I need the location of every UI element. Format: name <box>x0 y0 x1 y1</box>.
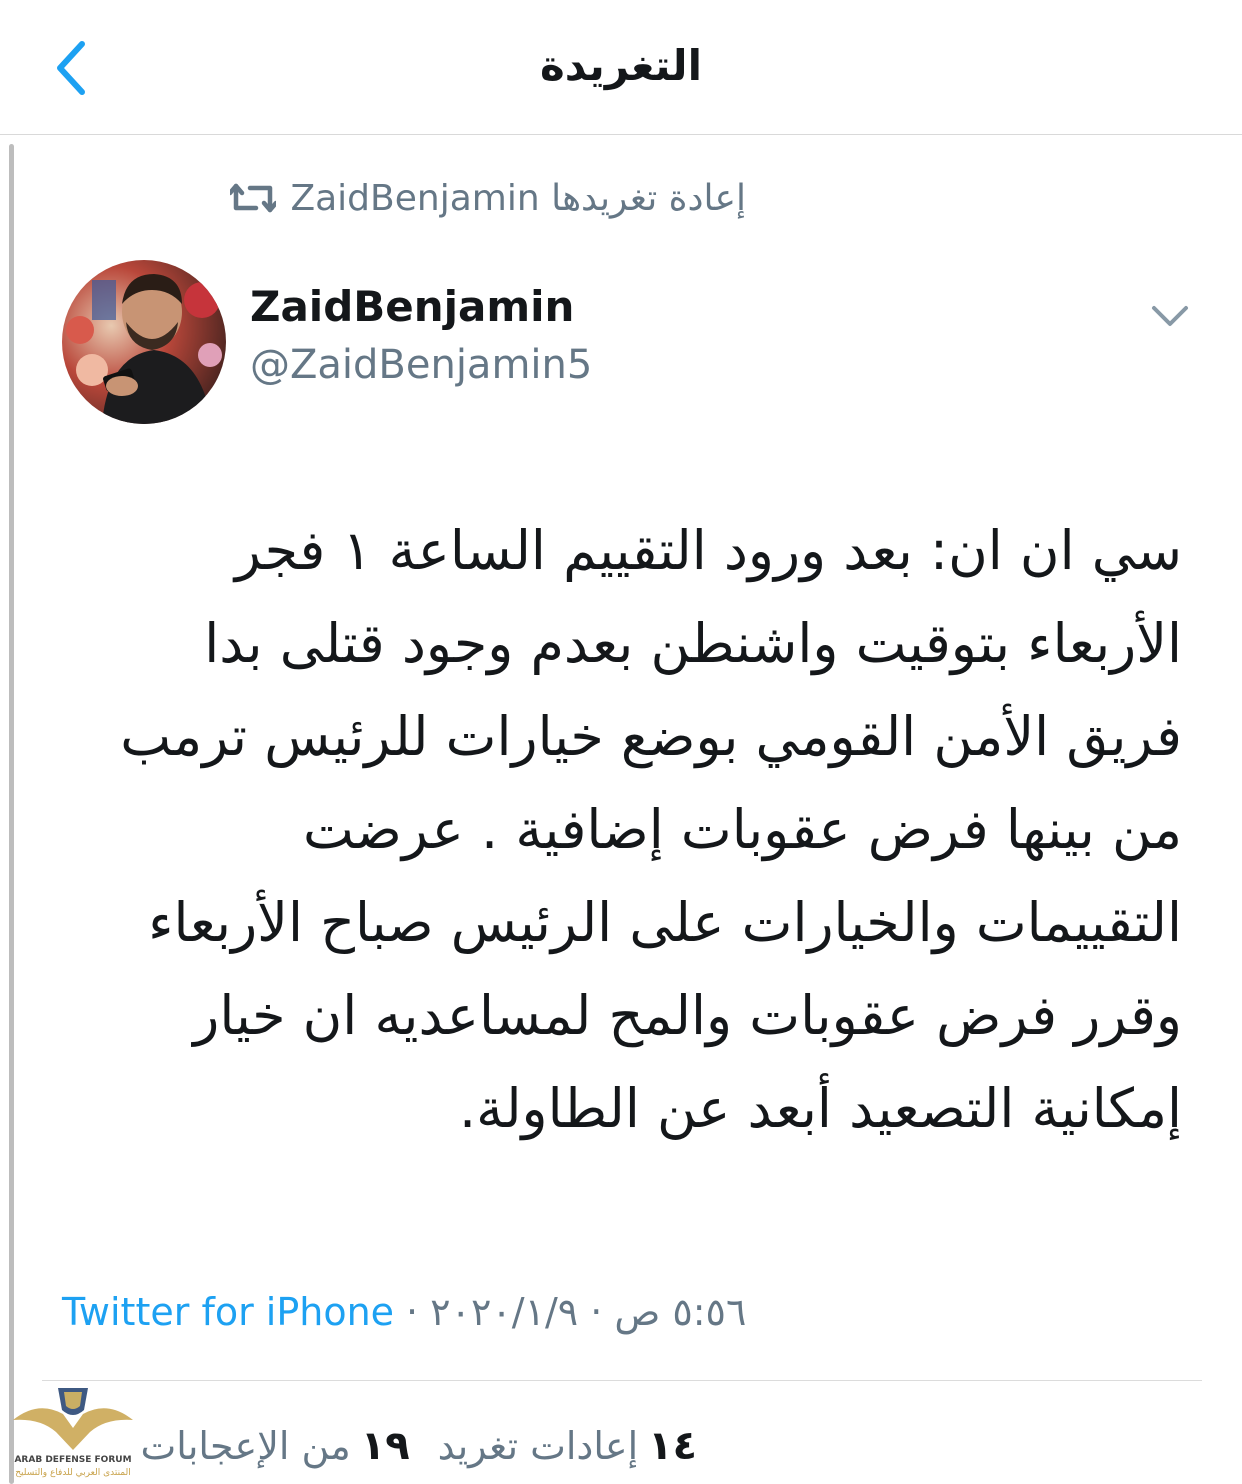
likes-stat[interactable]: ١٩ من الإعجابات <box>140 1423 409 1469</box>
retweets-stat[interactable]: ١٤ إعادات تغريد <box>438 1423 697 1469</box>
svg-text:ARAB DEFENSE FORUM: ARAB DEFENSE FORUM <box>14 1455 131 1465</box>
meta-separator: · <box>406 1290 419 1334</box>
likes-count: ١٩ <box>360 1423 410 1469</box>
tweet-line: وقرر فرض عقوبات والمح لمساعديه ان خيار <box>193 984 1182 1047</box>
tweet-line: التقييمات والخيارات على الرئيس صباح الأر… <box>148 891 1182 954</box>
chevron-down-icon <box>1152 306 1188 326</box>
nav-header: التغريدة <box>0 0 1242 135</box>
watermark-logo: ARAB DEFENSE FORUM المنتدى العربي للدفاع… <box>8 1380 138 1480</box>
retweets-label: إعادات تغريد <box>437 1424 639 1468</box>
retweeted-by-label: ZaidBenjamin إعادة تغريدها <box>290 177 746 219</box>
tweet-meta: Twitter for iPhone · ٢٠٢٠/١/٩ · ٥:٥٦ ص <box>62 1282 746 1342</box>
tweet-date: ٢٠٢٠/١/٩ <box>430 1290 579 1334</box>
likes-label: من الإعجابات <box>140 1424 351 1468</box>
tweet-menu-button[interactable] <box>1148 296 1192 336</box>
tweet-line: فريق الأمن القومي بوضع خيارات للرئيس ترم… <box>120 705 1182 768</box>
author-handle[interactable]: @ZaidBenjamin5 <box>250 342 592 388</box>
svg-text:المنتدى العربي للدفاع والتسليح: المنتدى العربي للدفاع والتسليح <box>15 1468 130 1478</box>
tweet-text: سي ان ان: بعد ورود التقييم الساعة ١ فجر … <box>72 504 1182 1155</box>
eagle-emblem-icon: ARAB DEFENSE FORUM المنتدى العربي للدفاع… <box>13 1388 133 1478</box>
avatar[interactable] <box>62 260 226 424</box>
retweet-icon <box>230 183 277 213</box>
tweet-line: سي ان ان: بعد ورود التقييم الساعة ١ فجر <box>234 519 1182 582</box>
tweet-stats: ١٩ من الإعجابات ١٤ إعادات تغريد <box>140 1414 697 1478</box>
retweets-count: ١٤ <box>648 1423 697 1469</box>
meta-separator: · <box>590 1290 603 1334</box>
tweet-line: من بينها فرض عقوبات إضافية . عرضت <box>302 798 1182 861</box>
divider <box>42 1380 1202 1381</box>
retweeted-by[interactable]: ZaidBenjamin إعادة تغريدها <box>230 170 746 226</box>
tweet-line: إمكانية التصعيد أبعد عن الطاولة. <box>458 1077 1182 1140</box>
profile-photo <box>62 260 226 424</box>
tweet-line: الأربعاء بتوقيت واشنطن بعدم وجود قتلى بد… <box>204 612 1182 675</box>
tweet-detail-screen: التغريدة ZaidBenjamin إعادة تغريدها Zaid… <box>0 0 1242 1484</box>
scrollbar[interactable] <box>9 144 14 1484</box>
source-link[interactable]: Twitter for iPhone <box>62 1290 394 1334</box>
page-title: التغريدة <box>540 41 702 90</box>
tweet-time: ٥:٥٦ ص <box>614 1290 747 1334</box>
author-name[interactable]: ZaidBenjamin <box>250 282 574 331</box>
